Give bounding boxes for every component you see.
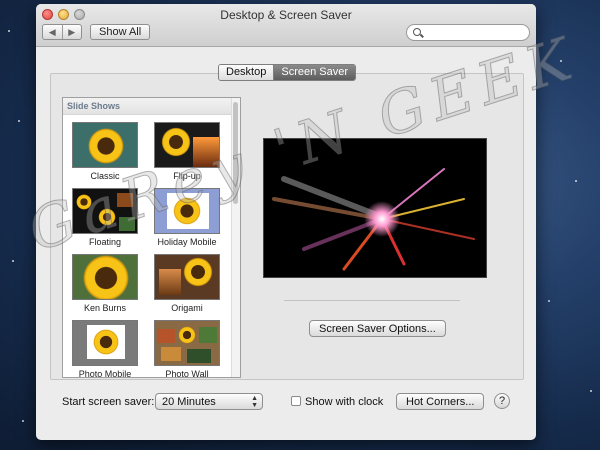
back-arrow-icon[interactable]: ◀ [43,25,63,39]
slideshow-flip-up[interactable]: Flip-up [147,122,227,181]
slideshow-label: Origami [171,303,203,313]
search-field[interactable] [406,24,530,41]
back-forward-control: ◀ ▶ [42,24,82,40]
up-down-arrows-icon: ▲ ▼ [251,395,258,409]
list-scrollbar[interactable] [231,98,240,377]
show-with-clock-label[interactable]: Show with clock [305,396,383,408]
slideshow-classic[interactable]: Classic [65,122,145,181]
tab-bar: Desktop Screen Saver [218,64,357,81]
tab-desktop[interactable]: Desktop [219,65,275,80]
slideshow-label: Holiday Mobile [157,237,217,247]
slideshow-label: Floating [88,237,122,247]
origami-thumbnail [154,254,220,300]
preview-divider [284,300,460,301]
flip-up-thumbnail [154,122,220,168]
list-header: Slide Shows [63,98,240,115]
tab-screen-saver[interactable]: Screen Saver [274,65,356,80]
window-title: Desktop & Screen Saver [220,8,352,22]
floating-thumbnail [72,188,138,234]
slideshow-photo-wall[interactable]: Photo Wall [147,320,227,378]
slideshow-label: Photo Mobile [78,369,132,378]
slideshow-photo-mobile[interactable]: Photo Mobile [65,320,145,378]
slideshow-label: Photo Wall [165,369,209,378]
search-icon [413,28,421,36]
photo-wall-thumbnail [154,320,220,366]
start-screen-saver-select[interactable]: 20 Minutes ▲ ▼ [155,393,263,410]
scrollbar-thumb[interactable] [233,102,238,204]
slideshow-holiday-mobile[interactable]: Holiday Mobile [147,188,227,247]
show-with-clock-checkbox[interactable] [291,396,301,406]
search-input[interactable] [423,26,527,41]
slideshow-label: Ken Burns [83,303,127,313]
slideshow-list[interactable]: Slide Shows Classic Flip-up Floating Hol… [62,97,241,378]
screen-saver-preview [263,138,487,278]
show-all-button[interactable]: Show All [90,24,151,40]
title-bar: Desktop & Screen Saver ◀ ▶ Show All [36,4,536,47]
hot-corners-button[interactable]: Hot Corners... [396,393,485,410]
screen-saver-options-button[interactable]: Screen Saver Options... [309,320,446,337]
help-button[interactable]: ? [494,393,510,409]
classic-thumbnail [72,122,138,168]
start-screen-saver-value: 20 Minutes [162,396,216,408]
forward-arrow-icon[interactable]: ▶ [63,25,82,39]
ken-burns-thumbnail [72,254,138,300]
slideshow-label: Classic [90,171,120,181]
slideshow-floating[interactable]: Floating [65,188,145,247]
photo-mobile-thumbnail [72,320,138,366]
slideshow-origami[interactable]: Origami [147,254,227,313]
slideshow-ken-burns[interactable]: Ken Burns [65,254,145,313]
holiday-mobile-thumbnail [154,188,220,234]
slideshow-label: Flip-up [173,171,201,181]
start-screen-saver-label: Start screen saver: [62,396,155,408]
